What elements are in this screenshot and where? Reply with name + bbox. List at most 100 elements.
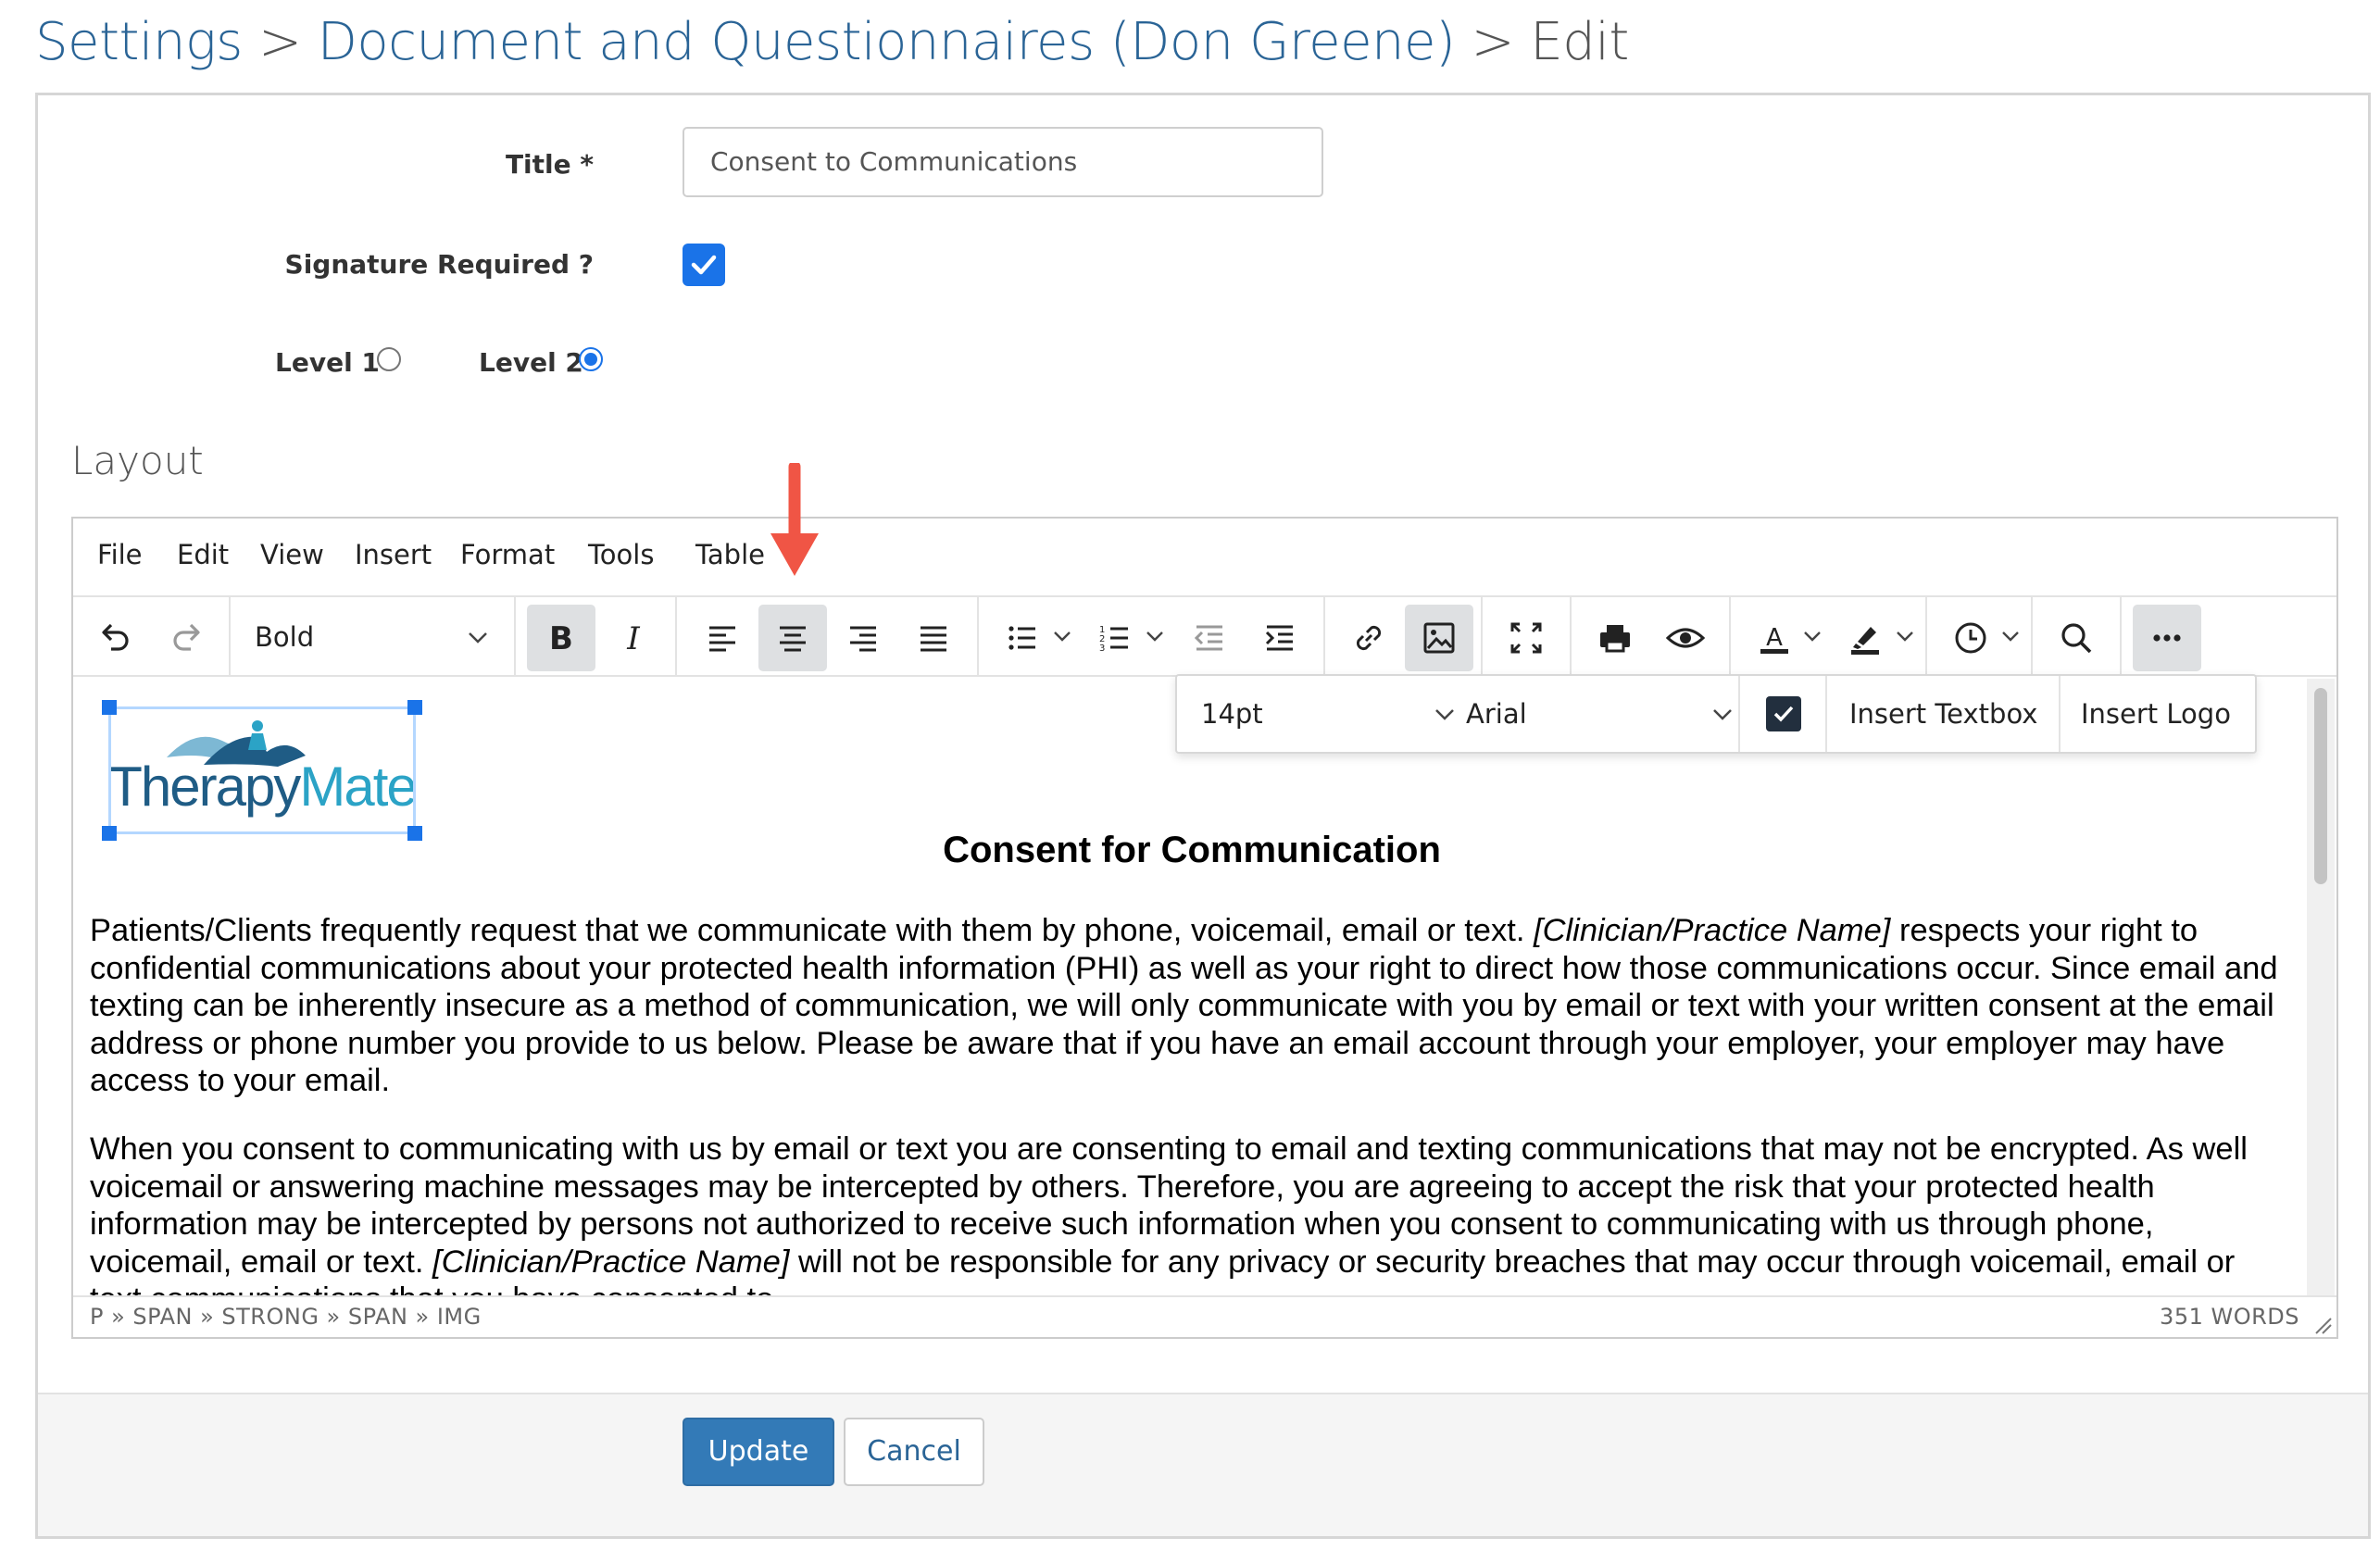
- breadcrumb-documents-link[interactable]: Document and Questionnaires (Don Greene): [318, 12, 1456, 72]
- level-2-label: Level 2: [479, 347, 583, 378]
- editor-scrollbar[interactable]: [2307, 679, 2335, 1297]
- resize-handle-top-left[interactable]: [102, 700, 117, 715]
- redo-button[interactable]: [153, 605, 221, 671]
- align-right-icon: [850, 626, 876, 652]
- print-icon: [1600, 625, 1630, 653]
- font-size-select[interactable]: 14pt: [1201, 676, 1454, 752]
- chevron-down-icon: [469, 632, 487, 644]
- chevron-down-icon[interactable]: [1144, 625, 1166, 647]
- chevron-down-icon[interactable]: [1051, 625, 1073, 647]
- numbered-list-button[interactable]: 1 2 3: [1081, 605, 1149, 671]
- editor-menubar: File Edit View Insert Format Tools Table: [73, 519, 2336, 597]
- menu-insert[interactable]: Insert: [355, 539, 432, 570]
- preview-button[interactable]: [1651, 605, 1720, 671]
- menu-view[interactable]: View: [260, 539, 324, 570]
- update-button[interactable]: Update: [683, 1418, 834, 1486]
- font-size-value: 14pt: [1201, 698, 1263, 730]
- menu-tools[interactable]: Tools: [588, 539, 654, 570]
- chevron-down-icon[interactable]: [1999, 625, 2022, 647]
- checkmark-icon: [1773, 706, 1794, 722]
- toolbar-separator: [675, 597, 677, 677]
- align-center-icon: [780, 626, 806, 652]
- highlight-icon: [1851, 627, 1879, 655]
- menu-file[interactable]: File: [97, 539, 143, 570]
- signature-required-checkbox[interactable]: [683, 244, 725, 286]
- overflow-checkbox[interactable]: [1766, 696, 1801, 731]
- cancel-button[interactable]: Cancel: [844, 1418, 984, 1486]
- resize-handle-top-right[interactable]: [407, 700, 422, 715]
- document-paragraph: When you consent to communicating with u…: [90, 1131, 2294, 1297]
- level-2-radio[interactable]: [579, 347, 603, 371]
- document-paragraph: Patients/Clients frequently request that…: [90, 912, 2294, 1100]
- image-button[interactable]: [1405, 605, 1473, 671]
- italic-icon: I: [626, 620, 640, 656]
- menu-table[interactable]: Table: [695, 539, 765, 570]
- signature-required-label: Signature Required ?: [284, 249, 594, 280]
- bullet-list-button[interactable]: [988, 605, 1057, 671]
- menu-format[interactable]: Format: [460, 539, 555, 570]
- annotation-arrow-icon: [770, 463, 819, 576]
- more-button[interactable]: [2133, 605, 2201, 671]
- insert-textbox-button[interactable]: Insert Textbox: [1849, 676, 2037, 752]
- document-heading: Consent for Communication: [943, 830, 1441, 870]
- text-color-button[interactable]: A: [1740, 605, 1809, 671]
- toolbar-separator: [1729, 597, 1731, 677]
- element-path[interactable]: P » SPAN » STRONG » SPAN » IMG: [90, 1297, 482, 1336]
- placeholder-text: [Clinician/Practice Name]: [1534, 913, 1891, 948]
- outdent-icon: [1194, 625, 1222, 651]
- chevron-down-icon[interactable]: [1801, 625, 1823, 647]
- toolbar-separator: [2059, 676, 2061, 752]
- font-family-select[interactable]: Arial: [1466, 676, 1744, 752]
- breadcrumb-separator: >: [258, 12, 302, 72]
- align-left-button[interactable]: [688, 605, 757, 671]
- outdent-button[interactable]: [1175, 605, 1244, 671]
- toolbar-separator: [1481, 597, 1483, 677]
- svg-text:3: 3: [1099, 644, 1105, 654]
- editor-toolbar: Bold B I 1 2 3 A: [73, 597, 2336, 677]
- placeholder-text: [Clinician/Practice Name]: [432, 1244, 790, 1280]
- edit-panel: Title * Consent to Communications Signat…: [35, 93, 2371, 1539]
- title-input[interactable]: Consent to Communications: [683, 127, 1323, 197]
- undo-button[interactable]: [81, 605, 149, 671]
- indent-icon: [1265, 625, 1293, 651]
- search-button[interactable]: [2042, 605, 2111, 671]
- word-count[interactable]: 351 WORDS: [2160, 1297, 2299, 1336]
- print-button[interactable]: [1581, 605, 1649, 671]
- highlight-button[interactable]: [1831, 605, 1899, 671]
- bold-button[interactable]: B: [527, 605, 595, 671]
- insert-datetime-button[interactable]: [1936, 605, 2005, 671]
- editor-content[interactable]: TherapyMate Consent for Communication Pa…: [73, 679, 2336, 1297]
- indent-button[interactable]: [1246, 605, 1314, 671]
- fullscreen-button[interactable]: [1492, 605, 1560, 671]
- align-justify-icon: [921, 626, 946, 652]
- align-center-button[interactable]: [758, 605, 827, 671]
- level-1-radio[interactable]: [377, 347, 401, 371]
- align-justify-button[interactable]: [899, 605, 968, 671]
- numbered-list-icon: 1 2 3: [1099, 625, 1128, 654]
- menu-edit[interactable]: Edit: [177, 539, 229, 570]
- editor-scrollbar-thumb[interactable]: [2314, 688, 2327, 884]
- font-family-value: Arial: [1466, 698, 1527, 730]
- italic-button[interactable]: I: [599, 605, 668, 671]
- search-icon: [2061, 623, 2092, 654]
- link-button[interactable]: [1334, 605, 1403, 671]
- toolbar-separator: [977, 597, 979, 677]
- toolbar-separator: [1925, 597, 1927, 677]
- breadcrumb-current: Edit: [1530, 12, 1629, 72]
- breadcrumb-separator: >: [1471, 12, 1515, 72]
- svg-text:I: I: [626, 620, 640, 656]
- align-left-icon: [709, 626, 735, 652]
- layout-heading: Layout: [71, 438, 204, 483]
- logo-image[interactable]: TherapyMate: [102, 700, 422, 841]
- resize-grip-icon[interactable]: [2311, 1313, 2333, 1335]
- chevron-down-icon[interactable]: [1894, 625, 1916, 647]
- breadcrumb-settings-link[interactable]: Settings: [35, 12, 243, 72]
- overflow-toolbar: 14pt Arial Insert Textbox Insert Logo: [1175, 674, 2257, 754]
- toolbar-separator: [229, 597, 231, 677]
- chevron-down-icon: [1435, 709, 1454, 720]
- insert-logo-button[interactable]: Insert Logo: [2081, 676, 2231, 752]
- block-format-select[interactable]: Bold: [232, 597, 510, 677]
- chevron-down-icon: [1713, 709, 1732, 720]
- align-right-button[interactable]: [829, 605, 897, 671]
- bullet-list-icon: [1008, 626, 1035, 650]
